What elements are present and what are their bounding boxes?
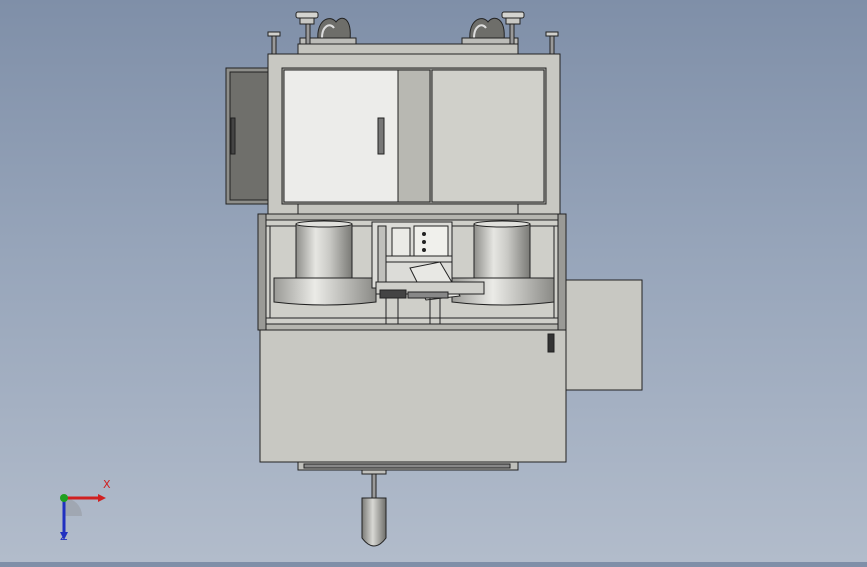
side-control-box [565,279,643,391]
cad-viewport[interactable]: X Z [0,0,867,562]
machine-model[interactable] [0,0,867,562]
x-axis-label: X [103,478,111,491]
top-mount-left [295,11,357,45]
top-plate [297,43,519,55]
door-handle [377,117,385,155]
side-drawer [225,67,269,205]
z-axis-label: Z [60,530,68,543]
hanging-weight [361,469,387,547]
axis-triad: X Z [40,478,120,548]
upper-cabinet [267,53,561,215]
cabinet-door-right [431,69,545,203]
top-mount-right [461,11,525,45]
lower-cabinet [259,329,567,471]
